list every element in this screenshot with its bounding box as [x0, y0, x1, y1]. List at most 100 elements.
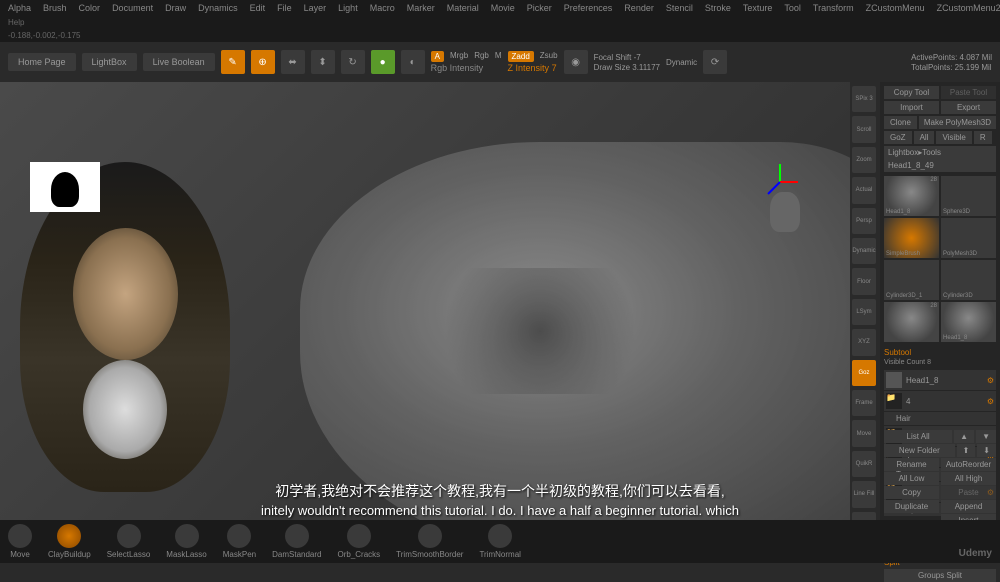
scale-button[interactable]: ⬍ [311, 50, 335, 74]
tool-thumb[interactable]: PolyMesh3D [941, 218, 996, 258]
export-button[interactable]: Export [941, 101, 996, 114]
menu-item[interactable]: Edit [250, 3, 266, 13]
tool-thumb[interactable]: Cylinder3D [941, 260, 996, 300]
subtool-header[interactable]: Subtool [884, 346, 996, 359]
menu-item[interactable]: Render [624, 3, 654, 13]
linefill-tool[interactable]: Line Fill [852, 481, 876, 507]
quikr-tool[interactable]: QuikR [852, 451, 876, 477]
brush-item[interactable]: TrimNormal [479, 524, 520, 559]
persp-tool[interactable]: Persp [852, 208, 876, 234]
scroll-tool[interactable]: Scroll [852, 116, 876, 142]
goz-button[interactable]: GoZ [884, 131, 912, 144]
menu-item[interactable]: Preferences [564, 3, 613, 13]
tool-thumb[interactable]: Sphere3D [941, 176, 996, 216]
focal-shift-slider[interactable]: Focal Shift -7 [594, 53, 660, 62]
tool-thumb[interactable]: Head1_8 [941, 302, 996, 342]
edit-button[interactable]: ✎ [221, 50, 245, 74]
lsym-tool[interactable]: LSym [852, 299, 876, 325]
menu-item[interactable]: Draw [165, 3, 186, 13]
spix-tool[interactable]: SPix 3 [852, 86, 876, 112]
all-low-button[interactable]: All Low [884, 472, 939, 485]
mrgb-toggle[interactable]: Mrgb [450, 51, 468, 62]
gear-icon[interactable]: ⚙ [987, 397, 994, 406]
copy-button[interactable]: Copy [884, 486, 939, 499]
move-down-icon[interactable]: ⬇ [977, 444, 996, 457]
zoom-tool[interactable]: Zoom [852, 147, 876, 173]
brush-item[interactable]: MaskPen [223, 524, 256, 559]
menu-item[interactable]: File [277, 3, 292, 13]
rgb-toggle[interactable]: Rgb [474, 51, 489, 62]
duplicate-button[interactable]: Duplicate [884, 500, 939, 513]
brush-item[interactable]: Orb_Cracks [337, 524, 380, 559]
rename-button[interactable]: Rename [884, 458, 939, 471]
menu-item[interactable]: Color [79, 3, 101, 13]
liveboolean-button[interactable]: Live Boolean [143, 53, 215, 71]
subtool-item[interactable]: Hair [884, 412, 996, 425]
draw-button[interactable]: ⊕ [251, 50, 275, 74]
menu-item[interactable]: Light [338, 3, 358, 13]
a-toggle[interactable]: A [431, 51, 444, 62]
menu-item[interactable]: Stroke [705, 3, 731, 13]
visible-button[interactable]: Visible [936, 131, 971, 144]
floor-tool[interactable]: Floor [852, 268, 876, 294]
help-menu[interactable]: Help [8, 18, 24, 27]
draw-size-slider[interactable]: Draw Size 3.11177 [594, 63, 660, 72]
menu-item[interactable]: Marker [407, 3, 435, 13]
menu-item[interactable]: ZCustomMenu2 [937, 3, 1000, 13]
brush-item[interactable]: SelectLasso [107, 524, 151, 559]
groups-split-button[interactable]: Groups Split [884, 569, 996, 582]
menu-item[interactable]: Dynamics [198, 3, 238, 13]
frame-tool[interactable]: Frame [852, 390, 876, 416]
append-button[interactable]: Append [941, 500, 996, 513]
reference-thumbnail[interactable] [30, 162, 100, 212]
paste-button[interactable]: Paste [941, 486, 996, 499]
z-intensity-slider[interactable]: Z Intensity 7 [508, 63, 558, 73]
sculptris-button[interactable]: ◐ [401, 50, 425, 74]
menu-item[interactable]: Movie [491, 3, 515, 13]
tool-thumb[interactable]: 28 [884, 302, 939, 342]
menu-item[interactable]: Texture [743, 3, 773, 13]
nav-head-icon[interactable] [770, 192, 800, 232]
move-button[interactable]: ⬌ [281, 50, 305, 74]
up-icon[interactable]: ▲ [954, 430, 974, 443]
menu-item[interactable]: Material [447, 3, 479, 13]
all-button[interactable]: All [914, 131, 935, 144]
lightbox-button[interactable]: LightBox [82, 53, 137, 71]
subtool-item[interactable]: 📁4⚙ [884, 391, 996, 411]
zsub-toggle[interactable]: Zsub [540, 51, 558, 62]
dynamic-icon[interactable]: ⟳ [703, 50, 727, 74]
paste-tool-button[interactable]: Paste Tool [941, 86, 996, 99]
actual-tool[interactable]: Actual [852, 177, 876, 203]
menu-item[interactable]: Macro [370, 3, 395, 13]
menu-item[interactable]: Tool [784, 3, 801, 13]
move-tool[interactable]: Move [852, 420, 876, 446]
brush-item[interactable]: MaskLasso [166, 524, 206, 559]
goz-tool[interactable]: Goz [852, 360, 876, 386]
import-button[interactable]: Import [884, 101, 939, 114]
subtool-item[interactable]: Head1_8⚙ [884, 370, 996, 390]
tool-thumb[interactable]: SimpleBrush [884, 218, 939, 258]
tool-thumb[interactable]: Head1_828 [884, 176, 939, 216]
new-folder-button[interactable]: New Folder [884, 444, 955, 457]
menu-item[interactable]: Alpha [8, 3, 31, 13]
current-tool[interactable]: Head1_8_49 [884, 159, 996, 172]
xyz-tool[interactable]: XYZ [852, 329, 876, 355]
zadd-toggle[interactable]: Zadd [508, 51, 534, 62]
down-icon[interactable]: ▼ [976, 430, 996, 443]
menu-item[interactable]: Stencil [666, 3, 693, 13]
brush-item[interactable]: Move [8, 524, 32, 559]
autoreorder-button[interactable]: AutoReorder [941, 458, 996, 471]
gear-icon[interactable]: ⚙ [987, 376, 994, 385]
r-button[interactable]: R [974, 131, 992, 144]
3d-viewport[interactable] [0, 82, 850, 542]
menu-item[interactable]: Picker [527, 3, 552, 13]
rotate-button[interactable]: ↻ [341, 50, 365, 74]
menu-item[interactable]: ZCustomMenu [866, 3, 925, 13]
all-high-button[interactable]: All High [941, 472, 996, 485]
menu-item[interactable]: Document [112, 3, 153, 13]
move-up-icon[interactable]: ⬆ [957, 444, 976, 457]
copy-tool-button[interactable]: Copy Tool [884, 86, 939, 99]
focal-icon[interactable]: ◉ [564, 50, 588, 74]
home-button[interactable]: Home Page [8, 53, 76, 71]
menu-item[interactable]: Layer [304, 3, 327, 13]
